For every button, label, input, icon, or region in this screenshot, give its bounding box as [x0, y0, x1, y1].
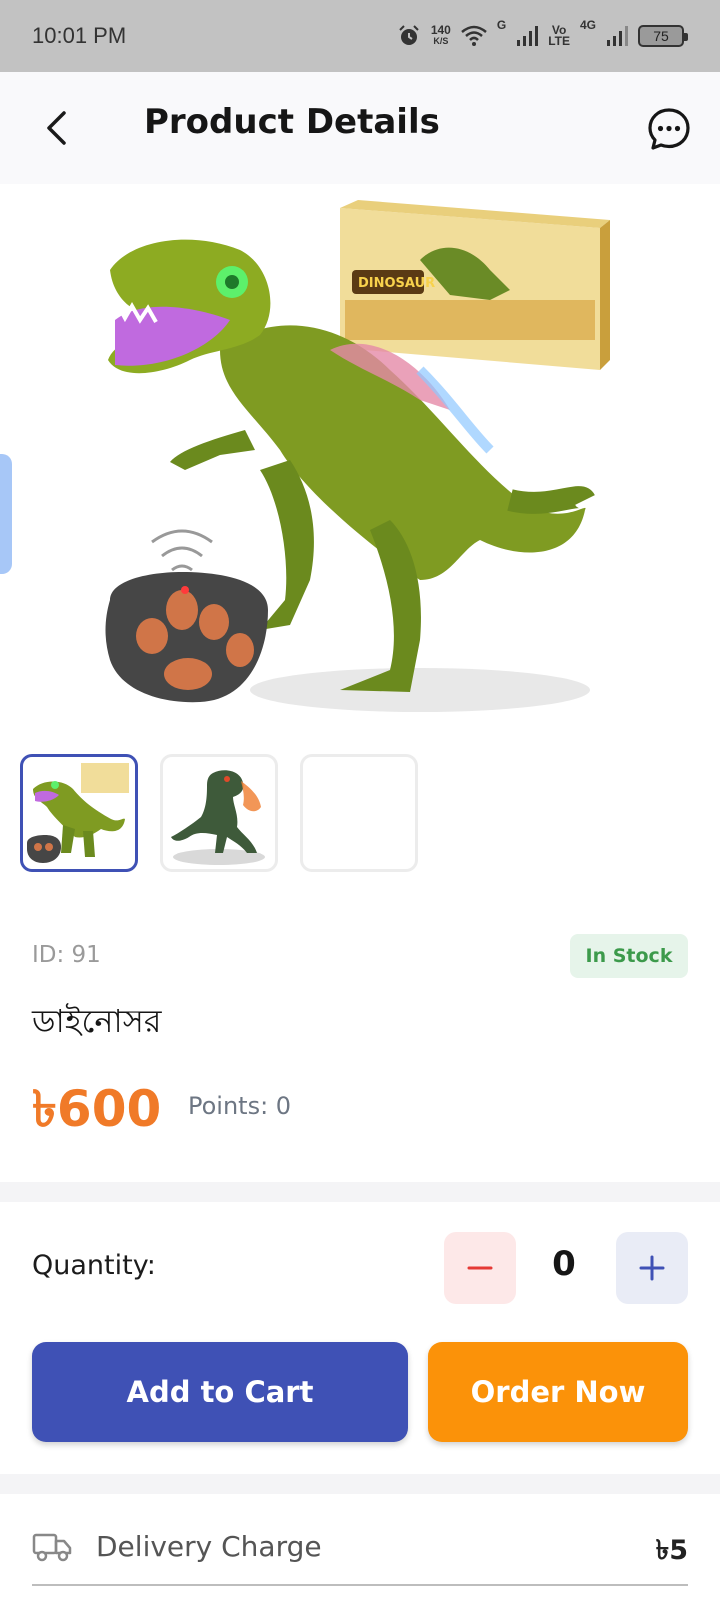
battery-level: 75 [653, 28, 669, 44]
product-id: ID: 91 [32, 942, 101, 968]
back-button[interactable] [36, 106, 76, 150]
product-box-image: DINOSAUR [340, 200, 610, 370]
delivery-charge-value: ৳5 [655, 1535, 688, 1566]
app-bar: Product Details [0, 72, 720, 184]
chevron-left-icon [47, 111, 66, 145]
wifi-icon [461, 25, 487, 46]
chat-button[interactable] [646, 106, 692, 152]
stock-badge: In Stock [570, 934, 688, 978]
thumbnail-dinosaur-image [27, 763, 129, 863]
volte-bottom: LTE [548, 34, 570, 48]
plus-icon [639, 1255, 665, 1281]
quantity-decrease-button[interactable] [444, 1232, 516, 1304]
net-speed: 140 K/S [430, 23, 451, 47]
section-divider [0, 1182, 720, 1202]
product-points: Points: 0 [188, 1092, 292, 1120]
status-time: 10:01 PM [32, 23, 127, 48]
volte-badge: Vo LTE [548, 24, 570, 48]
order-now-button[interactable]: Order Now [428, 1342, 688, 1442]
quantity-label: Quantity: [32, 1250, 156, 1281]
dinosaur-toy-image: DINOSAUR [105, 200, 610, 712]
thumbnail-fire-dinosaur-image [171, 770, 265, 865]
status-icons: 140 K/S G Vo LTE 4G 75 [397, 18, 688, 52]
product-image[interactable]: DINOSAUR [90, 200, 630, 730]
alarm-icon [399, 25, 419, 45]
signal-icon [517, 26, 539, 46]
svg-text:DINOSAUR: DINOSAUR [358, 276, 435, 291]
battery-icon: 75 [638, 25, 688, 47]
delivery-divider [32, 1584, 688, 1586]
product-name: ডাইনোসর [32, 1002, 162, 1040]
sim2-label: 4G [579, 18, 596, 32]
thumbnail-3[interactable] [300, 754, 418, 872]
sim1-label: G [496, 18, 507, 32]
quantity-increase-button[interactable] [616, 1232, 688, 1304]
chat-bubble-icon [648, 108, 690, 150]
status-bar: 10:01 PM 140 K/S G Vo LTE 4G 75 [0, 0, 720, 72]
thumbnail-2[interactable] [160, 754, 278, 872]
product-price: ৳600 [32, 1080, 162, 1138]
net-speed-value: 140 [430, 23, 451, 37]
add-to-cart-button[interactable]: Add to Cart [32, 1342, 408, 1442]
quantity-value: 0 [552, 1244, 576, 1284]
minus-icon [467, 1266, 493, 1270]
signal-icon [607, 26, 628, 46]
edge-panel-handle[interactable] [0, 454, 12, 574]
net-speed-unit: K/S [433, 36, 449, 46]
remote-control-image [105, 529, 268, 703]
delivery-charge-label: Delivery Charge [96, 1530, 322, 1563]
thumbnail-1[interactable] [20, 754, 138, 872]
section-divider [0, 1474, 720, 1494]
truck-icon [32, 1533, 72, 1562]
page-title: Product Details [144, 102, 440, 142]
